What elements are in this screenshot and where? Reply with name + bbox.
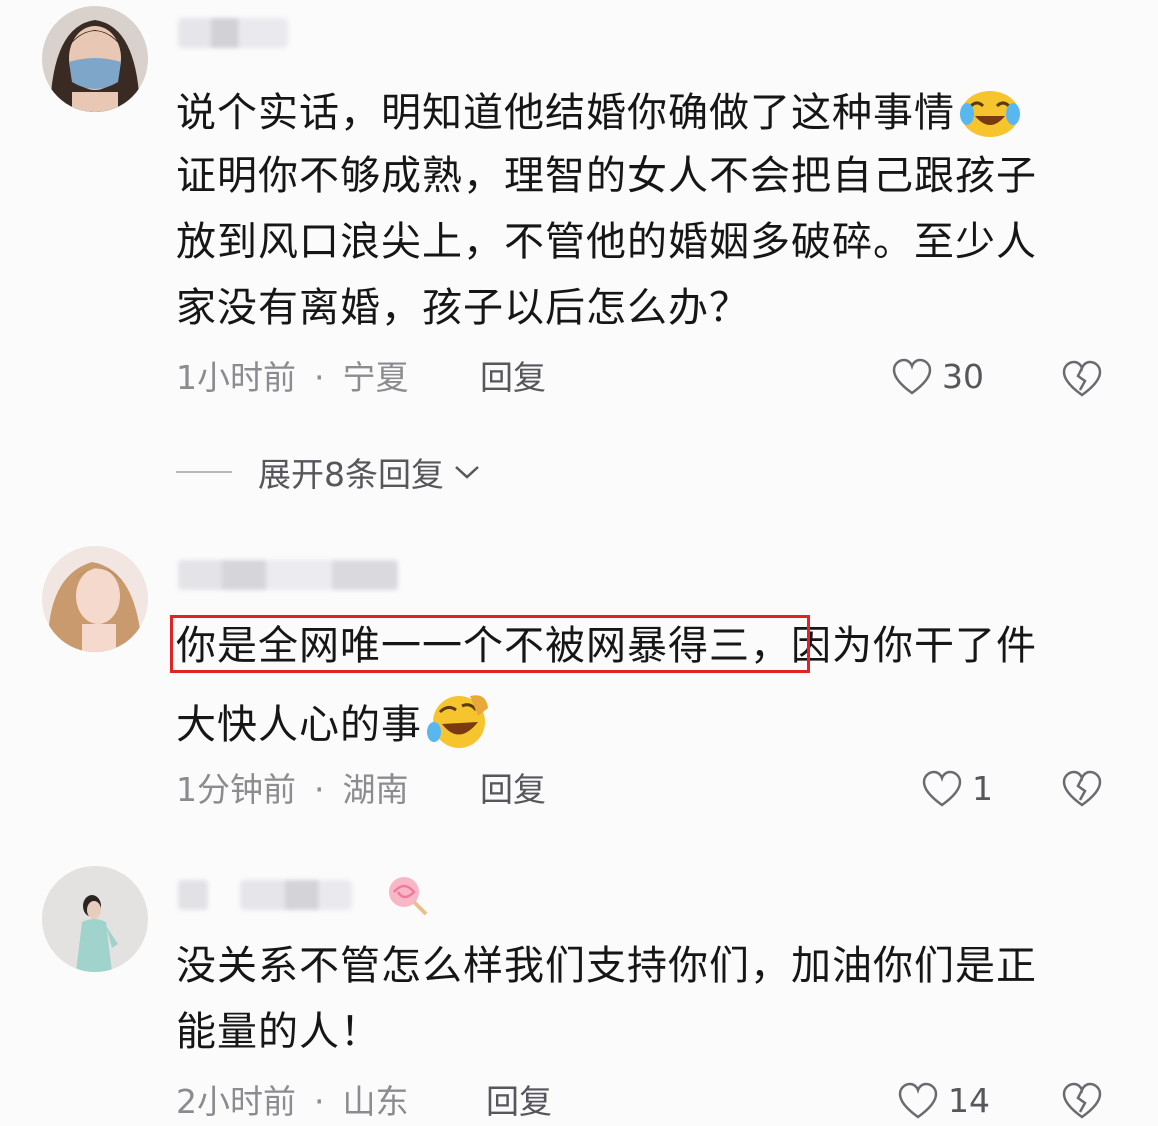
comment-meta: 1分钟前 · 湖南 [176, 772, 409, 808]
comment-text-line: 没关系不管怎么样我们支持你们，加油你们是正 [176, 943, 1037, 989]
lollipop-icon [384, 872, 430, 922]
comment-text-line: 说个实话，明知道他结婚你确做了这种事情 [176, 86, 1021, 145]
location: 湖南 [342, 770, 409, 809]
like-count: 1 [972, 769, 993, 808]
location: 宁夏 [342, 358, 409, 397]
dislike-button[interactable] [1062, 360, 1102, 402]
username-blurred[interactable] [178, 560, 398, 590]
timestamp: 1小时前 [176, 358, 296, 397]
username-blurred[interactable] [240, 880, 352, 910]
reply-button[interactable]: 回复 [480, 772, 546, 808]
heart-outline-icon [898, 1082, 938, 1119]
broken-heart-icon [1062, 360, 1102, 397]
comment-text-line: 大快人心的事 [176, 692, 492, 757]
avatar[interactable] [42, 546, 148, 652]
reply-button[interactable]: 回复 [480, 360, 546, 396]
divider-line [176, 471, 232, 473]
comment-meta: 1小时前 · 宁夏 [176, 360, 409, 396]
avatar[interactable] [42, 866, 148, 972]
rolling-laughing-emoji [426, 692, 492, 757]
location: 山东 [342, 1082, 409, 1121]
comment-text-line: 你是全网唯一一个不被网暴得三，因为你干了件 [176, 623, 1037, 669]
comment-text-line: 能量的人！ [176, 1009, 381, 1055]
comment-text-line: 证明你不够成熟，理智的女人不会把自己跟孩子 [176, 153, 1037, 199]
dislike-button[interactable] [1062, 1082, 1102, 1124]
timestamp: 1分钟前 [176, 770, 296, 809]
broken-heart-icon [1062, 1082, 1102, 1119]
separator-dot: · [314, 770, 325, 809]
avatar[interactable] [42, 6, 148, 112]
like-button[interactable]: 14 [898, 1082, 990, 1120]
heart-outline-icon [892, 358, 932, 395]
expand-replies-button[interactable]: 展开8条回复 [176, 448, 482, 496]
heart-outline-icon [922, 770, 962, 807]
dislike-button[interactable] [1062, 770, 1102, 812]
separator-dot: · [314, 358, 325, 397]
chevron-down-icon [455, 466, 479, 479]
like-button[interactable]: 30 [892, 358, 984, 396]
reply-button[interactable]: 回复 [486, 1084, 552, 1120]
username-blurred[interactable] [178, 18, 288, 48]
username-blurred[interactable] [178, 880, 208, 910]
comment-meta: 2小时前 · 山东 [176, 1084, 409, 1120]
broken-heart-icon [1062, 770, 1102, 807]
like-count: 30 [942, 357, 984, 396]
comment-text-line: 家没有离婚，孩子以后怎么办？ [176, 285, 750, 331]
separator-dot: · [314, 1082, 325, 1121]
expand-replies-label: 展开8条回复 [258, 455, 444, 494]
like-button[interactable]: 1 [922, 770, 993, 808]
laughing-crying-emoji [959, 86, 1021, 145]
timestamp: 2小时前 [176, 1082, 296, 1121]
comment-text-line: 放到风口浪尖上，不管他的婚姻多破碎。至少人 [176, 219, 1037, 265]
like-count: 14 [948, 1081, 990, 1120]
